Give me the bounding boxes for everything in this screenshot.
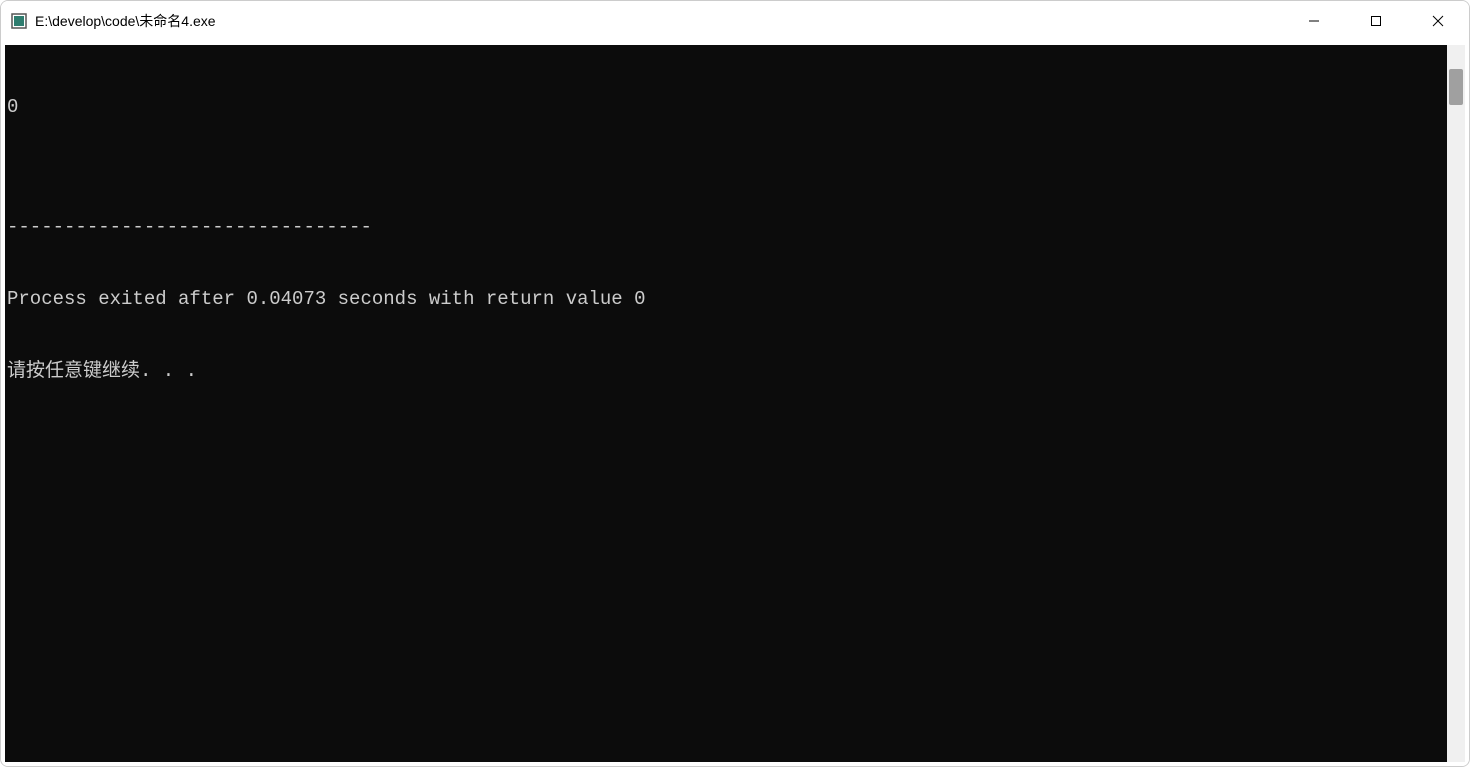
vertical-scrollbar[interactable]	[1447, 45, 1465, 762]
close-icon	[1432, 15, 1444, 27]
window-title: E:\develop\code\未命名4.exe	[35, 11, 1283, 31]
output-line: Process exited after 0.04073 seconds wit…	[7, 287, 1445, 311]
window-controls	[1283, 1, 1469, 41]
console-window: E:\develop\code\未命名4.exe 0	[0, 0, 1470, 767]
maximize-icon	[1370, 15, 1382, 27]
content-area: 0 -------------------------------- Proce…	[1, 41, 1469, 766]
minimize-button[interactable]	[1283, 1, 1345, 41]
output-line: 0	[7, 95, 1445, 119]
output-line: 请按任意键继续. . .	[7, 359, 1445, 383]
app-icon	[11, 13, 27, 29]
scrollbar-thumb[interactable]	[1449, 69, 1463, 105]
close-button[interactable]	[1407, 1, 1469, 41]
output-line: --------------------------------	[7, 215, 1445, 239]
titlebar[interactable]: E:\develop\code\未命名4.exe	[1, 1, 1469, 41]
minimize-icon	[1308, 15, 1320, 27]
terminal-output[interactable]: 0 -------------------------------- Proce…	[5, 45, 1447, 762]
maximize-button[interactable]	[1345, 1, 1407, 41]
